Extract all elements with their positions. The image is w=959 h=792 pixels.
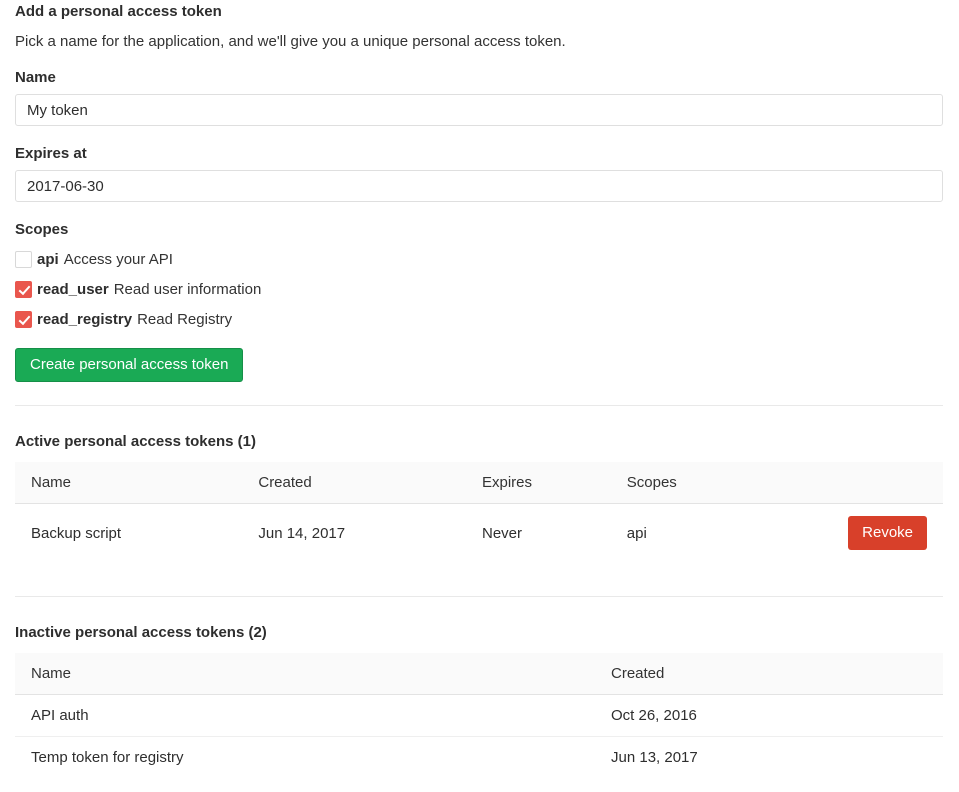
active-tokens-title: Active personal access tokens (1) (15, 433, 943, 450)
scope-name: read_registry (37, 311, 132, 328)
table-header-row: Name Created Expires Scopes (15, 462, 943, 504)
table-row: API auth Oct 26, 2016 (15, 695, 943, 737)
token-created-cell: Oct 26, 2016 (595, 695, 943, 737)
scopes-label: Scopes (15, 221, 943, 238)
table-row: Backup script Jun 14, 2017 Never api Rev… (15, 504, 943, 563)
page-title: Add a personal access token (15, 2, 943, 20)
section-divider (15, 596, 943, 597)
active-tokens-table: Name Created Expires Scopes Backup scrip… (15, 462, 943, 562)
expires-at-input[interactable] (15, 170, 943, 202)
section-divider (15, 405, 943, 406)
scope-name: read_user (37, 281, 109, 298)
expires-field-label: Expires at (15, 145, 943, 162)
column-header-created: Created (595, 653, 943, 695)
table-row: Temp token for registry Jun 13, 2017 (15, 737, 943, 779)
scope-description: Access your API (64, 251, 173, 268)
token-name-cell: Temp token for registry (15, 737, 595, 779)
read-registry-checkbox[interactable] (15, 311, 32, 328)
token-action-cell: Revoke (771, 504, 943, 563)
token-created-cell: Jun 13, 2017 (595, 737, 943, 779)
api-checkbox[interactable] (15, 251, 32, 268)
column-header-expires: Expires (466, 462, 611, 504)
name-field-label: Name (15, 69, 943, 86)
column-header-actions (771, 462, 943, 504)
column-header-created: Created (242, 462, 466, 504)
scope-row-api[interactable]: api Access your API (15, 251, 943, 268)
page-description: Pick a name for the application, and we'… (15, 33, 943, 50)
token-scopes-cell: api (611, 504, 772, 563)
scopes-list: api Access your API read_user Read user … (15, 251, 943, 328)
token-created-cell: Jun 14, 2017 (242, 504, 466, 563)
scope-row-read-registry[interactable]: read_registry Read Registry (15, 311, 943, 328)
column-header-name: Name (15, 653, 595, 695)
scope-name: api (37, 251, 59, 268)
inactive-tokens-title: Inactive personal access tokens (2) (15, 624, 943, 641)
table-header-row: Name Created (15, 653, 943, 695)
column-header-name: Name (15, 462, 242, 504)
read-user-checkbox[interactable] (15, 281, 32, 298)
revoke-button[interactable]: Revoke (848, 516, 927, 550)
token-name-input[interactable] (15, 94, 943, 126)
create-token-button[interactable]: Create personal access token (15, 348, 243, 382)
token-expires-cell: Never (466, 504, 611, 563)
token-name-cell: API auth (15, 695, 595, 737)
scope-description: Read user information (114, 281, 262, 298)
token-name-cell: Backup script (15, 504, 242, 563)
scope-row-read-user[interactable]: read_user Read user information (15, 281, 943, 298)
inactive-tokens-table: Name Created API auth Oct 26, 2016 Temp … (15, 653, 943, 778)
scope-description: Read Registry (137, 311, 232, 328)
column-header-scopes: Scopes (611, 462, 772, 504)
